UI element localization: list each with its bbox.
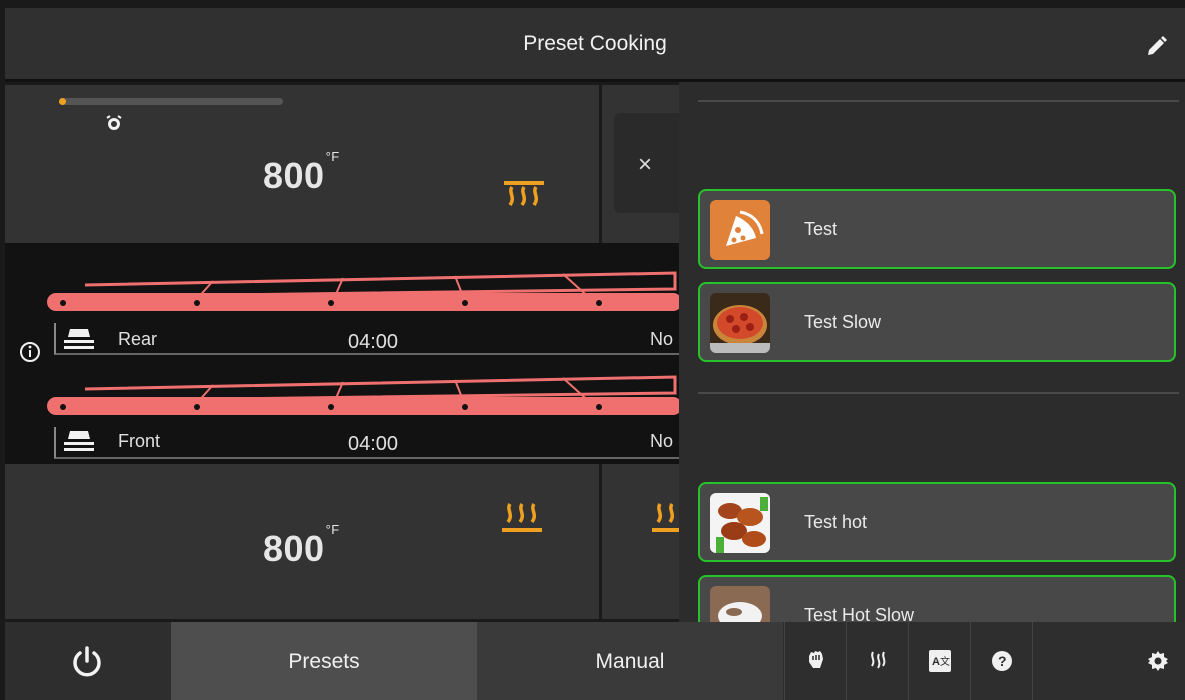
- preset-item-test[interactable]: Test: [698, 189, 1176, 269]
- preset-item-test-hot[interactable]: Test hot: [698, 482, 1176, 562]
- hand-icon: [808, 651, 823, 668]
- tab-manual[interactable]: Manual: [477, 622, 783, 700]
- rear-belt-graphic: [47, 271, 682, 311]
- bake-progress-fill: [59, 98, 66, 105]
- rear-shelf-icon: [64, 329, 94, 349]
- edit-button[interactable]: [1141, 32, 1171, 62]
- app-header: Preset Cooking: [5, 8, 1185, 82]
- bottom-temp-value: 800: [263, 528, 325, 569]
- preset-label: Test Hot Slow: [804, 605, 915, 622]
- preset-label: Test Slow: [804, 312, 882, 332]
- settings-gear-icon: [1148, 651, 1168, 671]
- close-icon: ×: [638, 151, 653, 178]
- power-icon: [73, 646, 101, 677]
- preset-drawer: Test Test Slow Test hot Test Hot Slow: [679, 82, 1185, 622]
- rear-belt-name: Rear: [118, 329, 158, 349]
- front-belt-graphic: [47, 375, 682, 415]
- preset-item-test-hot-slow[interactable]: Test Hot Slow: [698, 575, 1176, 622]
- steam-button[interactable]: [846, 622, 908, 700]
- settings-button[interactable]: [1032, 622, 1185, 700]
- chicken-wings-photo: [710, 493, 770, 553]
- front-belt-status: No: [650, 431, 674, 451]
- preset-item-test-slow[interactable]: Test Slow: [698, 282, 1176, 362]
- belt-row-rear[interactable]: Rear 04:00 No: [5, 267, 682, 377]
- bottom-temp-unit: °F: [325, 522, 340, 537]
- front-shelf-icon: [64, 431, 94, 451]
- page-title: Preset Cooking: [523, 32, 667, 55]
- preset-label: Test: [804, 219, 838, 239]
- bottom-nav-bar: Presets Manual A 文 ?: [5, 622, 1185, 700]
- help-button[interactable]: ?: [970, 622, 1032, 700]
- top-temp-value: 800: [263, 155, 325, 196]
- help-icon: ?: [991, 651, 1012, 671]
- front-belt-name: Front: [118, 431, 161, 451]
- rear-belt-status: No: [650, 329, 674, 349]
- svg-text:A: A: [932, 656, 940, 668]
- top-temp-unit: °F: [325, 149, 340, 164]
- bottom-heat-icon: [502, 503, 542, 532]
- top-heat-icon: [504, 181, 544, 207]
- alarm-clock-icon: [106, 115, 122, 130]
- power-button[interactable]: [5, 622, 171, 700]
- drawer-divider: [698, 100, 1179, 102]
- tab-presets[interactable]: Presets: [171, 622, 477, 700]
- conveyor-area: Rear 04:00 No Front 04:00 No: [5, 243, 682, 464]
- translate-icon: A 文: [928, 650, 951, 672]
- close-drawer-button[interactable]: ×: [614, 113, 684, 213]
- bottom-zone-temperature: 800°F: [263, 522, 340, 570]
- pizza-slice-icon: [710, 200, 770, 260]
- plate-icon: [710, 586, 770, 622]
- drawer-divider: [698, 392, 1179, 394]
- hand-button[interactable]: [784, 622, 846, 700]
- top-zone-panel[interactable]: 800°F: [5, 85, 599, 243]
- bottom-zone-panel-right[interactable]: [602, 464, 692, 619]
- pizza-photo: [710, 293, 770, 353]
- bottom-zone-panel[interactable]: 800°F: [5, 464, 599, 619]
- front-belt-time: 04:00: [348, 433, 399, 455]
- svg-text:?: ?: [998, 653, 1007, 669]
- rear-belt-time: 04:00: [348, 331, 399, 353]
- steam-icon: [870, 651, 885, 669]
- pencil-icon: [1148, 36, 1167, 55]
- preset-label: Test hot: [804, 512, 868, 532]
- bake-progress-bar: [59, 98, 283, 105]
- language-button[interactable]: A 文: [908, 622, 970, 700]
- svg-text:文: 文: [940, 655, 950, 668]
- top-zone-temperature: 800°F: [263, 149, 340, 197]
